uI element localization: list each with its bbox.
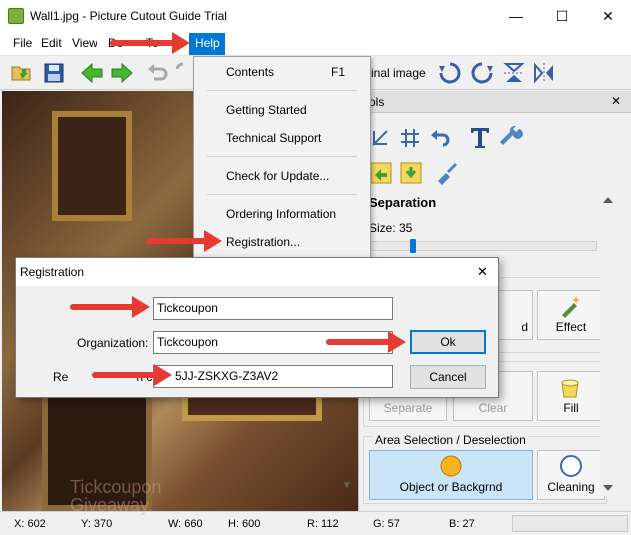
panel-close-button[interactable]: ✕ (611, 94, 621, 108)
dialog-title: Registration (20, 265, 85, 279)
partial-button-label: d (521, 320, 528, 334)
watermark: Tickcoupon Giveaway (70, 477, 162, 515)
separate-button-label: Separate (383, 401, 433, 415)
size-label: Size: 35 (369, 221, 413, 235)
rotate-right-icon[interactable] (470, 61, 494, 85)
effect-icon (562, 296, 580, 318)
grid-icon[interactable] (399, 127, 421, 149)
effect-button[interactable]: Effect (537, 290, 605, 340)
menu-contents[interactable]: Contents F1 (195, 61, 369, 83)
object-or-background-label: Object or Backgrnd (399, 480, 503, 494)
select-remove-icon[interactable] (399, 161, 423, 185)
menu-getting-started[interactable]: Getting Started (195, 99, 369, 121)
circle-outline-icon (560, 455, 582, 477)
menu-help[interactable]: Help (189, 33, 225, 55)
progress-bar (512, 515, 628, 532)
flip-horizontal-icon[interactable] (532, 61, 556, 85)
registration-code-field[interactable]: 5JJ-ZSKXG-Z3AV2 (153, 365, 393, 388)
annotation-arrow (70, 296, 150, 318)
close-button[interactable]: ✕ (585, 0, 631, 32)
annotation-arrow (326, 331, 406, 353)
cleaning-button-label: Cleaning (547, 480, 595, 494)
original-image-label[interactable]: inal image (371, 66, 426, 80)
cleaning-button[interactable]: Cleaning (537, 450, 605, 500)
size-slider-thumb[interactable] (410, 239, 416, 253)
organization-label: Organization: (77, 336, 149, 350)
status-g: G: 57 (373, 518, 400, 530)
area-selection-title: Area Selection / Deselection (373, 433, 528, 447)
fill-button-label: Fill (563, 401, 579, 415)
undo-arrow-icon[interactable] (429, 127, 451, 149)
undo-icon[interactable] (146, 61, 170, 85)
back-arrow-icon[interactable] (80, 61, 104, 85)
app-icon (8, 8, 24, 24)
menu-separator (207, 194, 357, 195)
menu-check-for-update[interactable]: Check for Update... (195, 165, 369, 187)
tools-scrollbar[interactable] (600, 193, 616, 496)
contents-shortcut: F1 (330, 65, 345, 79)
status-r: R: 112 (307, 518, 339, 530)
menu-view[interactable]: View (72, 36, 97, 50)
minimize-button[interactable]: — (493, 0, 539, 32)
window-title: Wall1.jpg - Picture Cutout Guide Trial (30, 9, 227, 23)
object-or-background-button[interactable]: Object or Backgrnd (369, 450, 533, 500)
menu-edit[interactable]: Edit (41, 36, 62, 50)
menu-ordering-information[interactable]: Ordering Information (195, 203, 369, 225)
effect-button-label: Effect (555, 320, 587, 334)
flip-vertical-icon[interactable] (502, 61, 526, 85)
menu-separator (207, 156, 357, 157)
menu-bar: File Edit View Document Tools Help (0, 32, 631, 56)
menu-file[interactable]: File (13, 36, 32, 50)
forward-arrow-icon[interactable] (110, 61, 134, 85)
separation-title: Separation (369, 195, 437, 210)
status-y: Y: 370 (81, 518, 113, 530)
picture-frame (52, 111, 132, 221)
crop-icon[interactable] (369, 127, 391, 149)
circle-fill-icon (440, 455, 462, 477)
annotation-arrow (110, 32, 190, 54)
registration-dialog: Registration ✕ Tickcoupon Organization: … (15, 257, 499, 398)
size-slider[interactable] (369, 239, 597, 253)
annotation-arrow (92, 364, 172, 386)
scroll-up-icon[interactable] (603, 197, 613, 203)
ok-button[interactable]: Ok (410, 330, 486, 354)
tools-panel-title: ols (369, 95, 385, 109)
status-w: W: 660 (168, 518, 203, 530)
text-tool-icon[interactable] (469, 125, 491, 149)
scroll-down-icon[interactable] (603, 485, 613, 491)
title-bar: Wall1.jpg - Picture Cutout Guide Trial —… (0, 0, 631, 32)
dialog-title-bar: Registration ✕ (16, 258, 498, 286)
fill-bucket-icon (561, 379, 579, 398)
wrench-icon[interactable] (499, 125, 523, 149)
menu-technical-support[interactable]: Technical Support (195, 127, 369, 149)
clear-button-label: Clear (478, 401, 508, 415)
open-folder-icon[interactable] (10, 61, 34, 85)
fill-button[interactable]: Fill (537, 371, 605, 421)
maximize-button[interactable]: ☐ (539, 0, 585, 32)
dialog-close-button[interactable]: ✕ (477, 264, 488, 280)
canvas-scroll-down-icon[interactable]: ▼ (342, 480, 352, 491)
status-b: B: 27 (449, 518, 475, 530)
save-icon[interactable] (42, 61, 66, 85)
select-add-icon[interactable] (369, 161, 393, 185)
annotation-arrow (146, 230, 222, 252)
name-field[interactable]: Tickcoupon (153, 297, 393, 320)
rotate-left-icon[interactable] (438, 61, 462, 85)
status-x: X: 602 (14, 518, 46, 530)
menu-separator (207, 90, 357, 91)
cancel-button[interactable]: Cancel (410, 365, 486, 389)
brush-icon[interactable] (435, 161, 459, 185)
status-h: H: 600 (228, 518, 261, 530)
redo-icon[interactable] (176, 61, 190, 85)
tools-panel-header: ols ✕ (359, 91, 631, 113)
